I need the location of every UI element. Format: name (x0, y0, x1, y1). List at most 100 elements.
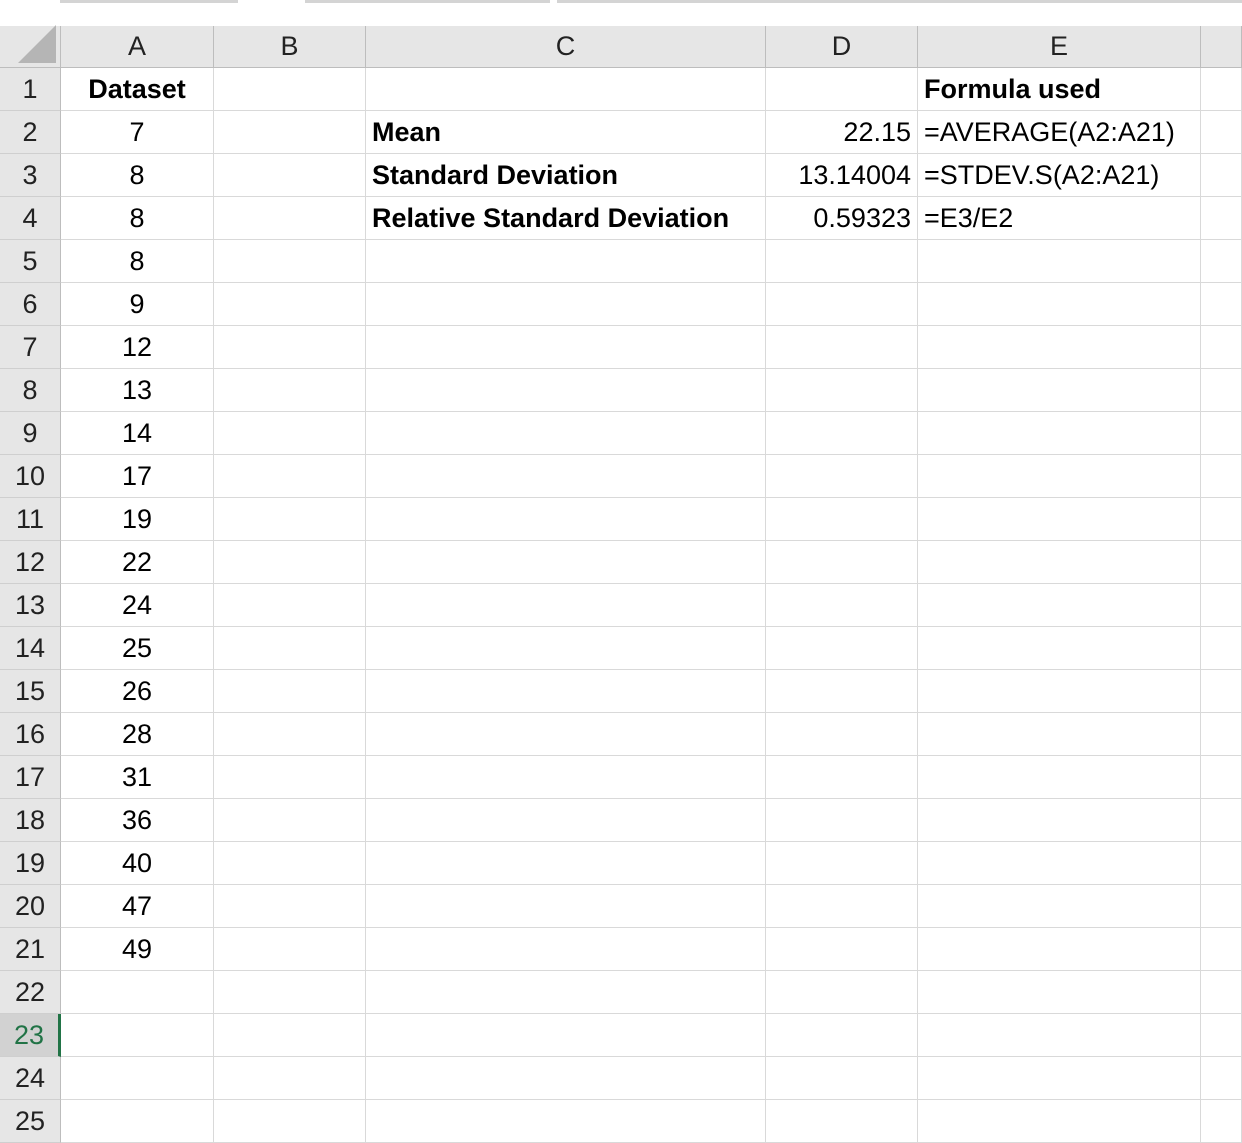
cell-b2[interactable] (214, 111, 366, 154)
cell-d8[interactable] (766, 369, 918, 412)
row-header-2[interactable]: 2 (0, 111, 61, 154)
row-header-11[interactable]: 11 (0, 498, 61, 541)
row-header-10[interactable]: 10 (0, 455, 61, 498)
cell-c12[interactable] (366, 541, 766, 584)
cell-f14[interactable] (1201, 627, 1242, 670)
cell-b24[interactable] (214, 1057, 366, 1100)
cell-a19[interactable]: 40 (61, 842, 214, 885)
cell-e8[interactable] (918, 369, 1201, 412)
cell-f2[interactable] (1201, 111, 1242, 154)
row-header-3[interactable]: 3 (0, 154, 61, 197)
cell-d6[interactable] (766, 283, 918, 326)
cell-f23[interactable] (1201, 1014, 1242, 1057)
cell-e17[interactable] (918, 756, 1201, 799)
cell-c18[interactable] (366, 799, 766, 842)
cell-f12[interactable] (1201, 541, 1242, 584)
row-header-20[interactable]: 20 (0, 885, 61, 928)
sheet-tab-edge[interactable] (557, 0, 1242, 3)
cell-e1[interactable]: Formula used (918, 68, 1201, 111)
cell-f25[interactable] (1201, 1100, 1242, 1143)
cell-d20[interactable] (766, 885, 918, 928)
cell-b20[interactable] (214, 885, 366, 928)
cell-f4[interactable] (1201, 197, 1242, 240)
row-header-15[interactable]: 15 (0, 670, 61, 713)
cell-b13[interactable] (214, 584, 366, 627)
cell-f13[interactable] (1201, 584, 1242, 627)
cell-c6[interactable] (366, 283, 766, 326)
cell-a20[interactable]: 47 (61, 885, 214, 928)
cell-b3[interactable] (214, 154, 366, 197)
cell-a3[interactable]: 8 (61, 154, 214, 197)
cell-e14[interactable] (918, 627, 1201, 670)
row-header-19[interactable]: 19 (0, 842, 61, 885)
column-header-d[interactable]: D (766, 26, 918, 68)
cell-c7[interactable] (366, 326, 766, 369)
cell-e20[interactable] (918, 885, 1201, 928)
cell-a11[interactable]: 19 (61, 498, 214, 541)
cell-e9[interactable] (918, 412, 1201, 455)
cell-c20[interactable] (366, 885, 766, 928)
cell-f16[interactable] (1201, 713, 1242, 756)
row-header-18[interactable]: 18 (0, 799, 61, 842)
cell-e18[interactable] (918, 799, 1201, 842)
column-header-a[interactable]: A (61, 26, 214, 68)
cell-a13[interactable]: 24 (61, 584, 214, 627)
cell-c11[interactable] (366, 498, 766, 541)
row-header-5[interactable]: 5 (0, 240, 61, 283)
row-header-9[interactable]: 9 (0, 412, 61, 455)
cell-e11[interactable] (918, 498, 1201, 541)
cell-c23[interactable] (366, 1014, 766, 1057)
cell-f5[interactable] (1201, 240, 1242, 283)
sheet-tab-edge[interactable] (60, 0, 238, 3)
cell-b6[interactable] (214, 283, 366, 326)
cell-d11[interactable] (766, 498, 918, 541)
cell-d5[interactable] (766, 240, 918, 283)
cell-d16[interactable] (766, 713, 918, 756)
cell-d25[interactable] (766, 1100, 918, 1143)
cell-b17[interactable] (214, 756, 366, 799)
cell-c2[interactable]: Mean (366, 111, 766, 154)
cell-a14[interactable]: 25 (61, 627, 214, 670)
cell-f18[interactable] (1201, 799, 1242, 842)
cell-a9[interactable]: 14 (61, 412, 214, 455)
cell-e10[interactable] (918, 455, 1201, 498)
cell-d7[interactable] (766, 326, 918, 369)
row-header-6[interactable]: 6 (0, 283, 61, 326)
cell-d2[interactable]: 22.15 (766, 111, 918, 154)
cell-b16[interactable] (214, 713, 366, 756)
cell-e21[interactable] (918, 928, 1201, 971)
cell-c24[interactable] (366, 1057, 766, 1100)
cell-d13[interactable] (766, 584, 918, 627)
cell-b9[interactable] (214, 412, 366, 455)
cell-f20[interactable] (1201, 885, 1242, 928)
row-header-7[interactable]: 7 (0, 326, 61, 369)
cell-e3[interactable]: =STDEV.S(A2:A21) (918, 154, 1201, 197)
row-header-25[interactable]: 25 (0, 1100, 61, 1143)
cell-f9[interactable] (1201, 412, 1242, 455)
cell-f7[interactable] (1201, 326, 1242, 369)
cell-b21[interactable] (214, 928, 366, 971)
cell-f24[interactable] (1201, 1057, 1242, 1100)
cell-c22[interactable] (366, 971, 766, 1014)
cell-e23[interactable] (918, 1014, 1201, 1057)
cell-e25[interactable] (918, 1100, 1201, 1143)
cell-f10[interactable] (1201, 455, 1242, 498)
cell-a23[interactable] (61, 1014, 214, 1057)
cell-a7[interactable]: 12 (61, 326, 214, 369)
cell-d15[interactable] (766, 670, 918, 713)
cell-d17[interactable] (766, 756, 918, 799)
cell-a6[interactable]: 9 (61, 283, 214, 326)
row-header-12[interactable]: 12 (0, 541, 61, 584)
cell-e22[interactable] (918, 971, 1201, 1014)
row-header-23[interactable]: 23 (0, 1014, 61, 1057)
cell-e2[interactable]: =AVERAGE(A2:A21) (918, 111, 1201, 154)
cell-f8[interactable] (1201, 369, 1242, 412)
row-header-8[interactable]: 8 (0, 369, 61, 412)
cell-b19[interactable] (214, 842, 366, 885)
cell-c4[interactable]: Relative Standard Deviation (366, 197, 766, 240)
cell-c10[interactable] (366, 455, 766, 498)
cell-c25[interactable] (366, 1100, 766, 1143)
cell-d1[interactable] (766, 68, 918, 111)
cell-f19[interactable] (1201, 842, 1242, 885)
cell-c9[interactable] (366, 412, 766, 455)
